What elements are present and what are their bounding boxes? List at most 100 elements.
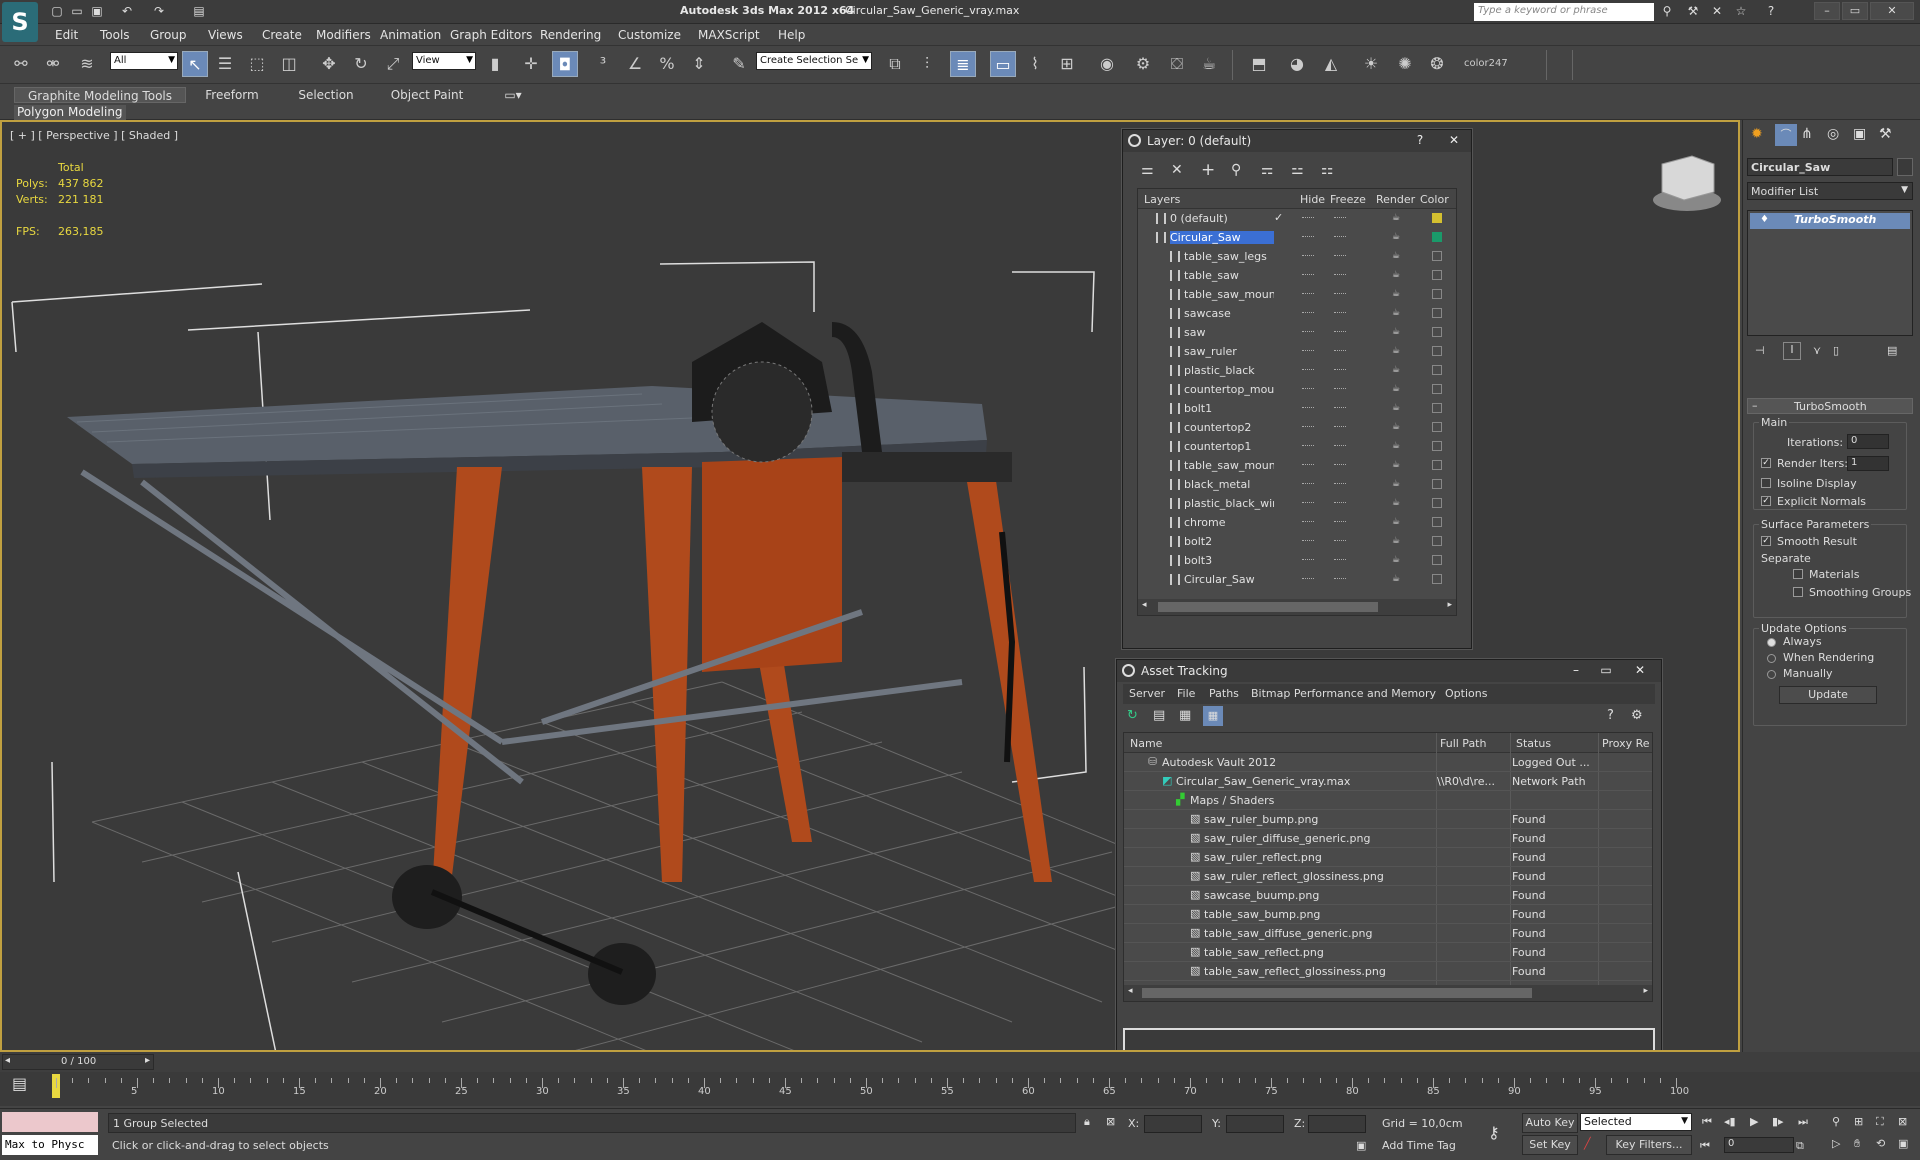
freeze-toggle[interactable] [1334,217,1346,220]
scale-icon[interactable]: ⤢ [380,51,406,77]
menu-server[interactable]: Server [1129,687,1165,700]
layer-name[interactable]: plastic_black_wir [1184,497,1274,510]
selection-filter-combo[interactable]: All ▼ [110,52,178,70]
field-of-view-icon[interactable]: ▷ [1832,1137,1840,1150]
help-icon[interactable]: ? [1762,3,1780,20]
hide-toggle[interactable] [1302,236,1314,239]
column-layers[interactable]: Layers [1144,193,1180,206]
asset-row[interactable]: ▧ saw_ruler_diffuse_generic.png Found [1124,829,1652,848]
next-frame-icon[interactable]: ▸ [145,1055,150,1066]
unlink-icon[interactable]: ⚮ [40,51,66,77]
previous-frame-icon[interactable]: ◂▮ [1724,1115,1736,1128]
maxscript-listener-pink[interactable] [2,1112,98,1132]
search-input[interactable]: Type a keyword or phrase [1474,3,1654,21]
asset-row[interactable]: ▧ table_saw_reflect.png Found [1124,943,1652,962]
zoom-extents-icon[interactable]: ⛶ [1876,1115,1884,1129]
tab-graphite-modeling-tools[interactable]: Graphite Modeling Tools [14,87,186,103]
light-bulb-icon[interactable]: ♦ [1760,214,1769,225]
vray-sun-icon[interactable]: ☀ [1358,51,1384,77]
new-layer-icon[interactable]: ⚌ [1141,162,1154,178]
play-icon[interactable]: ▶ [1750,1115,1758,1128]
render-teapot-icon[interactable]: ☕ [1392,536,1402,546]
layer-row[interactable]: countertop_mou ☕ [1138,380,1454,399]
undo-icon[interactable]: ↶ [118,3,136,20]
layer-name[interactable]: saw_ruler [1184,345,1274,358]
layer-color-swatch[interactable] [1432,441,1442,451]
scroll-left-icon[interactable]: ◂ [1128,986,1133,996]
curve-editor-icon[interactable]: ⌇ [1022,51,1048,77]
layer-color-swatch[interactable] [1432,289,1442,299]
update-button[interactable]: Update [1779,686,1877,704]
show-end-result-icon[interactable]: I [1783,342,1801,360]
key-icon[interactable]: ⚷ [1488,1123,1500,1142]
isoline-display-checkbox[interactable] [1761,478,1771,488]
freeze-toggle[interactable] [1334,521,1346,524]
layer-panel-title-bar[interactable]: Layer: 0 (default) ? ✕ [1123,130,1471,152]
layer-row[interactable]: table_saw_moun ☕ [1138,285,1454,304]
modifier-list-combo[interactable]: Modifier List ▼ [1747,182,1913,200]
hide-toggle[interactable] [1302,521,1314,524]
schematic-view-icon[interactable]: ⊞ [1054,51,1080,77]
freeze-toggle[interactable] [1334,331,1346,334]
window-crossing-icon[interactable]: ◫ [276,51,302,77]
layer-name[interactable]: table_saw_legs [1184,250,1274,263]
remove-modifier-icon[interactable]: ▯ [1833,344,1839,357]
render-teapot-icon[interactable]: ☕ [1392,422,1402,432]
layer-color-swatch[interactable] [1432,308,1442,318]
layer-name[interactable]: bolt1 [1184,402,1274,415]
hierarchy-tab-icon[interactable]: ⋔ [1801,126,1813,142]
key-filters-button[interactable]: Key Filters... [1606,1135,1692,1155]
layer-name[interactable]: chrome [1184,516,1274,529]
freeze-toggle[interactable] [1334,559,1346,562]
project-folder-icon[interactable]: ▤ [190,3,208,20]
layer-name[interactable]: table_saw_moun [1184,288,1274,301]
render-iters-checkbox[interactable]: ✓ [1761,458,1771,468]
close-panel-button[interactable]: ✕ [1443,131,1465,149]
layer-row[interactable]: saw ☕ [1138,323,1454,342]
manually-radio[interactable] [1767,670,1776,679]
freeze-toggle[interactable] [1334,445,1346,448]
menu-graph-editors[interactable]: Graph Editors [450,28,532,42]
favorites-star-icon[interactable]: ☆ [1732,3,1750,20]
pivot-center-icon[interactable]: ▮ [482,51,508,77]
hide-toggle[interactable] [1302,331,1314,334]
layer-color-swatch[interactable] [1432,213,1442,223]
layer-color-swatch[interactable] [1432,422,1442,432]
freeze-toggle[interactable] [1334,426,1346,429]
object-name-field[interactable]: Circular_Saw [1747,158,1893,176]
mirror-icon[interactable]: ⧉ [882,51,908,77]
maximize-button[interactable]: ▭ [1842,2,1868,20]
freeze-toggle[interactable] [1334,255,1346,258]
layer-color-swatch[interactable] [1432,517,1442,527]
menu-help[interactable]: Help [778,28,805,42]
layer-name[interactable]: countertop2 [1184,421,1274,434]
freeze-toggle[interactable] [1334,350,1346,353]
freeze-toggle[interactable] [1334,483,1346,486]
hide-toggle[interactable] [1302,255,1314,258]
close-panel-button[interactable]: ✕ [1629,661,1651,679]
column-freeze[interactable]: Freeze [1330,193,1366,206]
configure-sets-icon[interactable]: ▤ [1887,344,1897,357]
menu-file[interactable]: File [1177,687,1195,700]
freeze-toggle[interactable] [1334,407,1346,410]
layer-name[interactable]: bolt2 [1184,535,1274,548]
prev-frame-icon[interactable]: ◂ [5,1055,10,1066]
column-full-path[interactable]: Full Path [1440,737,1486,750]
menu-rendering[interactable]: Rendering [540,28,601,42]
column-render[interactable]: Render [1376,193,1415,206]
communication-icon[interactable]: ✕ [1708,3,1726,20]
zoom-extents-all-icon[interactable]: ⊠ [1898,1115,1907,1128]
column-proxy[interactable]: Proxy Re [1602,737,1650,750]
iterations-spinner[interactable]: 0 [1847,434,1889,449]
default-tangent-icon[interactable]: ╱ [1584,1137,1591,1150]
layer-name[interactable]: countertop1 [1184,440,1274,453]
layer-color-swatch[interactable] [1432,479,1442,489]
render-teapot-icon[interactable]: ☕ [1392,213,1402,223]
display-tab-icon[interactable]: ▣ [1853,126,1866,142]
turbosmooth-rollout-header[interactable]: – TurboSmooth [1747,398,1913,414]
render-teapot-icon[interactable]: ☕ [1392,365,1402,375]
vray-lights-icon[interactable]: ◕ [1284,51,1310,77]
orbit-icon[interactable]: ⟲ [1876,1137,1885,1150]
layer-name[interactable]: Circular_Saw [1184,573,1274,586]
hide-toggle[interactable] [1302,559,1314,562]
